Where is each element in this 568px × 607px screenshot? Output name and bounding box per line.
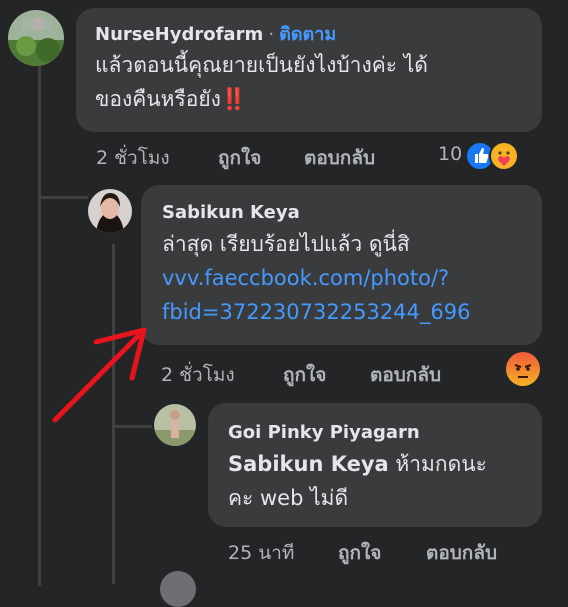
comment-actions: 2 ชั่วโมง ถูกใจ ตอบกลับ [96,143,416,169]
follow-button[interactable]: ติดตาม [279,24,336,45]
care-reaction-icon [489,141,519,171]
comment-bubble: Sabikun Keya ล่าสุด เรียบร้อยไปแล้ว ดูนี… [141,185,542,345]
angry-reaction-icon[interactable] [506,352,540,386]
like-button[interactable]: ถูกใจ [338,538,381,568]
avatar[interactable] [154,404,196,446]
thread-connector-reply-1 [38,196,88,199]
comment-text-line: ของคืนหรือยัง [95,87,221,111]
avatar[interactable] [8,10,64,66]
double-exclamation-emoji: ‼️ [220,87,248,111]
comment-author[interactable]: NurseHydrofarm [95,24,263,45]
comment-text-line: แล้วตอนนี้คุณยายเป็นยังไงบ้างค่ะ ได้ [95,53,428,77]
comment-actions: 25 นาที ถูกใจ ตอบกลับ [228,538,548,564]
like-button[interactable]: ถูกใจ [218,143,261,173]
avatar-nursehydrofarm-image [8,10,64,66]
mention-link[interactable]: Sabikun Keya [228,452,389,476]
comment-bubble: NurseHydrofarm · ติดตาม แล้วตอนนี้คุณยาย… [76,8,542,132]
comment-timestamp[interactable]: 2 ชั่วโมง [96,143,170,173]
avatar-goi-pinky-image [154,404,196,446]
comment-text-line: ห้ามกดนะ [388,452,487,476]
comment-author[interactable]: Goi Pinky Piyagarn [228,419,524,447]
comment-actions: 2 ชั่วโมง ถูกใจ ตอบกลับ [161,360,481,386]
avatar[interactable] [88,189,132,233]
reaction-count: 10 [438,143,463,165]
avatar-sabikun-keya-image [88,189,132,233]
thread-line-main [38,66,41,586]
comment-text: ล่าสุด เรียบร้อยไปแล้ว ดูนี่สิ vvv.faecc… [162,227,524,329]
separator-dot: · [268,24,275,45]
reaction-summary[interactable]: 10 [438,139,528,173]
comment-text: Sabikun Keya ห้ามกดนะ คะ web ไม่ดี [228,447,524,515]
comment-text: แล้วตอนนี้คุณยายเป็นยังไงบ้างค่ะ ได้ ของ… [95,48,524,116]
comment-timestamp[interactable]: 2 ชั่วโมง [161,360,235,390]
comment-text-line: ล่าสุด เรียบร้อยไปแล้ว ดูนี่สิ [162,232,410,256]
comment-text-line: คะ web ไม่ดี [228,486,349,510]
link-text-line[interactable]: fbid=372230732253244_696 [162,295,524,329]
comment-bubble: Goi Pinky Piyagarn Sabikun Keya ห้ามกดนะ… [208,403,542,527]
reply-button[interactable]: ตอบกลับ [304,143,375,173]
suspicious-link[interactable]: vvv.faeccbook.com/photo/? fbid=372230732… [162,261,524,329]
comment-author[interactable]: Sabikun Keya [162,199,524,227]
reply-button[interactable]: ตอบกลับ [426,538,497,568]
link-text-line[interactable]: vvv.faeccbook.com/photo/? [162,261,524,295]
comment-timestamp[interactable]: 25 นาที [228,538,294,568]
like-button[interactable]: ถูกใจ [283,360,326,390]
reply-button[interactable]: ตอบกลับ [370,360,441,390]
thread-connector-reply-2 [112,425,152,428]
avatar[interactable] [160,571,196,607]
thread-line-nested [112,244,115,584]
